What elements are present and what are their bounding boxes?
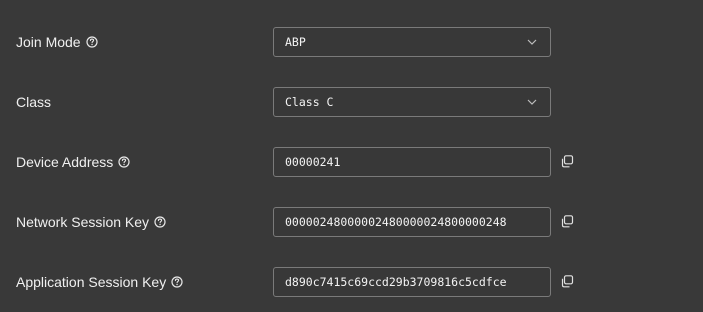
join-mode-row: Join Mode ABP <box>0 12 703 72</box>
device-address-row: Device Address 00000241 <box>0 132 703 192</box>
application-session-key-value: d890c7415c69ccd29b3709816c5cdfce <box>285 275 507 289</box>
question-circle-icon[interactable] <box>171 276 183 288</box>
device-activation-form: Join Mode ABP Class Class C Device Addre… <box>0 0 703 311</box>
network-session-key-label: Network Session Key <box>16 213 166 231</box>
application-session-key-row: Application Session Key d890c7415c69ccd2… <box>0 252 703 312</box>
chevron-down-icon <box>526 96 538 108</box>
class-select[interactable]: Class C <box>273 87 551 117</box>
device-address-input[interactable]: 00000241 <box>273 147 551 177</box>
network-session-key-value: 00000248000002480000024800000248 <box>285 215 507 229</box>
class-value: Class C <box>285 95 334 109</box>
network-session-key-row: Network Session Key 00000248000002480000… <box>0 192 703 252</box>
device-address-label-text: Device Address <box>16 154 114 170</box>
question-circle-icon[interactable] <box>118 156 130 168</box>
join-mode-label: Join Mode <box>16 33 98 51</box>
application-session-key-label-text: Application Session Key <box>16 274 167 290</box>
question-circle-icon[interactable] <box>85 36 98 48</box>
join-mode-select[interactable]: ABP <box>273 27 551 57</box>
copy-icon[interactable] <box>560 214 574 228</box>
device-address-value: 00000241 <box>285 155 341 169</box>
join-mode-value: ABP <box>285 35 306 49</box>
class-label: Class <box>16 93 51 111</box>
network-session-key-label-text: Network Session Key <box>16 214 150 230</box>
question-circle-icon[interactable] <box>154 216 166 228</box>
device-address-label: Device Address <box>16 153 130 171</box>
network-session-key-input[interactable]: 00000248000002480000024800000248 <box>273 207 551 237</box>
join-mode-label-text: Join Mode <box>16 34 81 50</box>
application-session-key-label: Application Session Key <box>16 273 183 291</box>
class-label-text: Class <box>16 94 52 110</box>
chevron-down-icon <box>526 36 538 48</box>
copy-icon[interactable] <box>560 274 574 288</box>
application-session-key-input[interactable]: d890c7415c69ccd29b3709816c5cdfce <box>273 267 551 297</box>
copy-icon[interactable] <box>560 154 574 168</box>
class-row: Class Class C <box>0 72 703 132</box>
